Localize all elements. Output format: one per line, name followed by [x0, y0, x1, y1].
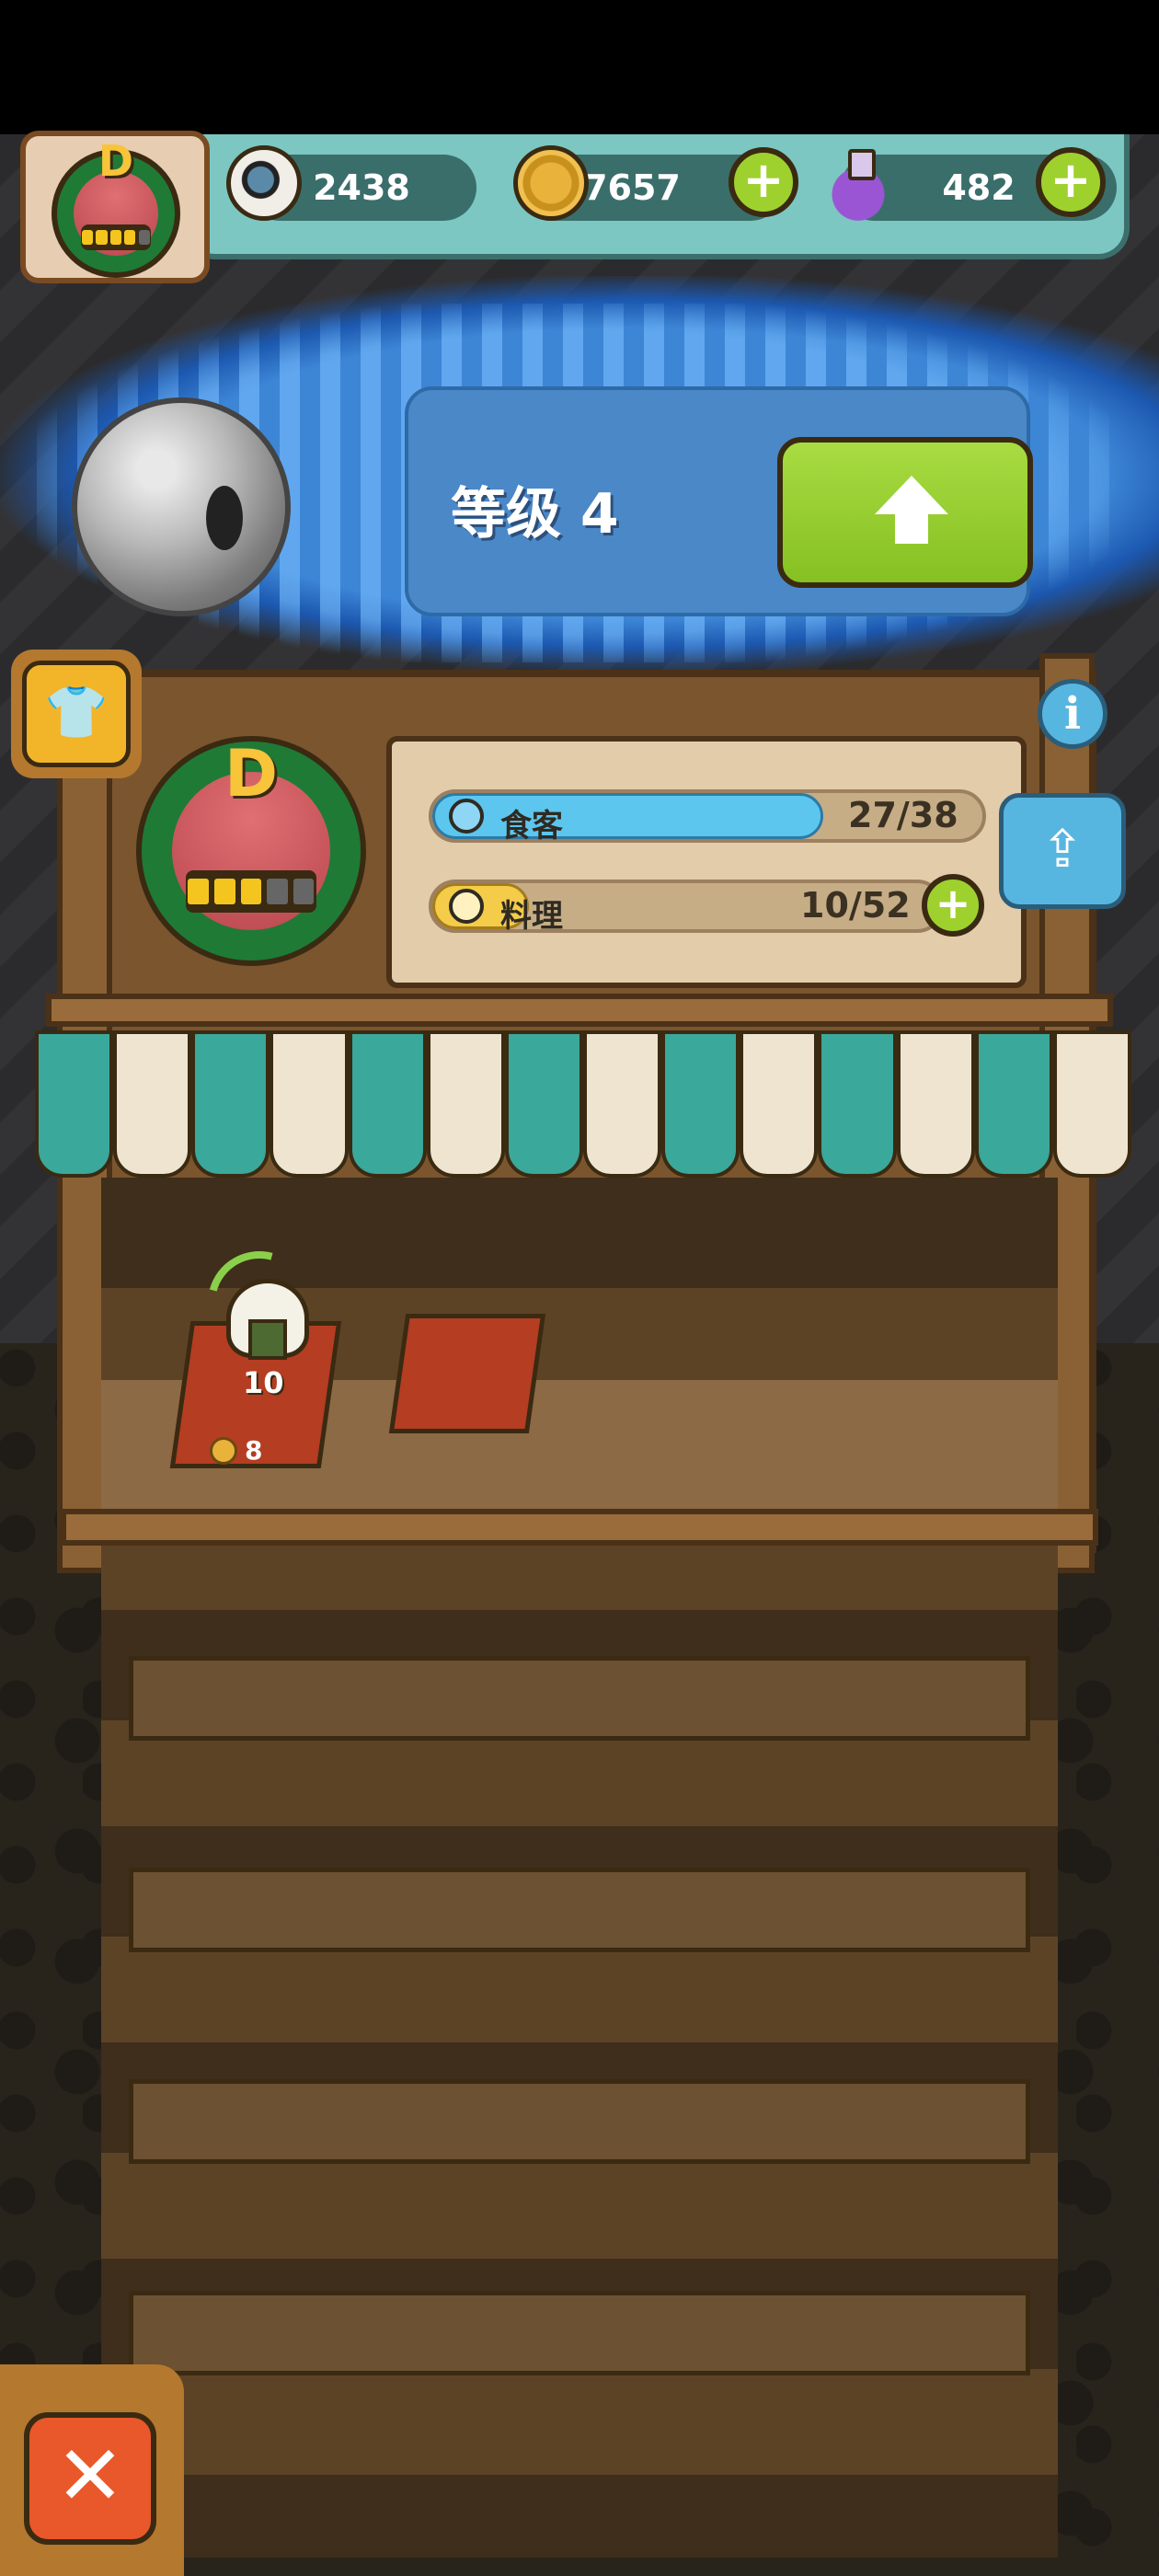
share-icon: ⇪ — [1040, 820, 1084, 880]
dish-slot-empty[interactable] — [388, 1314, 546, 1433]
stall-monster-avatar: D — [136, 736, 366, 966]
shirt-icon: 👕 — [22, 661, 131, 767]
dish-quantity: 10 — [243, 1365, 284, 1400]
diners-label: 食客 — [500, 808, 563, 845]
dish-price-value: 8 — [245, 1435, 263, 1466]
player-avatar-frame[interactable]: D — [20, 131, 210, 283]
empty-shelf — [129, 1656, 1030, 1741]
striped-awning — [35, 1030, 1131, 1178]
dishes-count: 10/52 — [800, 885, 911, 926]
add-coins-button[interactable]: + — [729, 147, 798, 217]
coin-count: 7657 — [583, 167, 681, 208]
empty-shelf — [129, 2291, 1030, 2375]
person-icon — [449, 799, 484, 834]
info-icon: i — [1063, 688, 1082, 740]
stall-grade-teeth — [185, 870, 317, 913]
level-label: 等级 4 — [451, 482, 619, 546]
eyeball-icon — [226, 145, 302, 221]
resource-bar: 2438 7657 + 482 + — [184, 134, 1130, 259]
close-icon: ✕ — [55, 2428, 125, 2524]
plus-icon: + — [1050, 151, 1092, 209]
add-dish-button[interactable]: + — [922, 874, 984, 937]
player-grade: D — [98, 136, 134, 186]
info-button[interactable]: i — [1038, 679, 1107, 749]
crystal-orb — [72, 397, 291, 616]
empty-shelf — [129, 1868, 1030, 1952]
plus-icon: + — [935, 879, 971, 928]
status-bar — [0, 0, 1159, 134]
coin-icon — [513, 145, 589, 221]
potion-count: 482 — [942, 167, 1016, 208]
grade-teeth — [80, 224, 152, 250]
plus-icon: + — [742, 151, 785, 209]
add-potions-button[interactable]: + — [1036, 147, 1106, 217]
potion-icon — [820, 145, 896, 221]
arrow-up-icon — [875, 476, 948, 544]
cloche-icon — [449, 889, 484, 924]
close-button[interactable]: ✕ — [24, 2412, 156, 2545]
stall-stats-card: 食客 27/38 料理 10/52 + — [386, 736, 1027, 988]
shelf-ledge — [61, 1509, 1098, 1546]
dishes-label: 料理 — [500, 898, 563, 935]
upgrade-button[interactable] — [777, 437, 1033, 588]
outfit-button[interactable]: 👕 — [11, 650, 142, 778]
coin-icon — [210, 1436, 237, 1465]
stall-grade: D — [224, 736, 279, 811]
player-monster-avatar: D — [52, 136, 180, 278]
diners-bar-fill — [432, 793, 823, 839]
empty-shelf — [129, 2079, 1030, 2164]
stall-beam — [46, 994, 1113, 1027]
diners-count: 27/38 — [848, 795, 958, 835]
share-button[interactable]: ⇪ — [999, 793, 1126, 909]
eyeball-count: 2438 — [313, 167, 410, 208]
rice-ball-dish[interactable] — [213, 1279, 322, 1371]
dish-price: 8 — [210, 1435, 262, 1466]
